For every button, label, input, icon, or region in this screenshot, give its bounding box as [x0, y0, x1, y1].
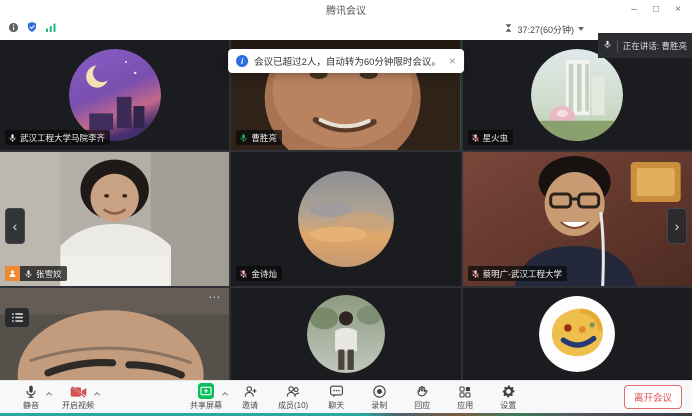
meeting-window: 腾讯会议 – □ × 37:27(60分钟): [0, 0, 692, 416]
members-icon: [285, 383, 301, 399]
participant-tile[interactable]: [231, 288, 460, 380]
participant-name-tag: 星火虫: [468, 130, 514, 145]
mute-label: 静音: [23, 400, 39, 411]
participant-tile[interactable]: 金诗灿: [231, 152, 460, 286]
participant-name-tag: 蔡明广-武汉工程大学: [468, 266, 567, 281]
share-screen-icon: [198, 383, 214, 399]
titlebar: 腾讯会议 – □ ×: [0, 0, 692, 18]
host-badge-icon: [5, 266, 20, 281]
meeting-timer[interactable]: 37:27(60分钟): [504, 20, 584, 38]
mic-muted-icon: [468, 266, 483, 281]
participant-name: 武汉工程大学马院李齐: [20, 132, 105, 144]
invite-person-icon: [243, 383, 258, 399]
start-video-button[interactable]: 开启视频: [62, 381, 94, 414]
reaction-hand-icon: [415, 383, 430, 399]
leave-meeting-button[interactable]: 离开会议: [624, 385, 682, 409]
microphone-icon: [603, 37, 612, 55]
info-icon[interactable]: [8, 20, 19, 38]
maximize-button[interactable]: □: [646, 1, 666, 17]
shield-check-icon[interactable]: [26, 20, 38, 38]
avatar: [307, 295, 385, 373]
apps-button[interactable]: 应用: [450, 381, 480, 414]
participant-name: 星火虫: [483, 132, 509, 144]
speaking-text: 正在讲话: 曹胜亮: [623, 40, 687, 52]
avatar: [539, 296, 615, 372]
statusbar: 37:27(60分钟) 正在讲话: 曹胜亮: [0, 18, 692, 40]
invite-label: 邀请: [242, 400, 258, 411]
participant-name: 张雪姣: [36, 268, 62, 280]
tile-more-options-button[interactable]: ⋯: [208, 290, 221, 304]
banner-text: 会议已超过2人，自动转为60分钟限时会议。: [254, 54, 441, 68]
participant-tile[interactable]: ⋯: [0, 288, 229, 380]
meeting-limit-banner: i 会议已超过2人，自动转为60分钟限时会议。 ×: [228, 49, 464, 73]
participant-name: 金诗灿: [251, 268, 277, 280]
window-title: 腾讯会议: [326, 2, 366, 17]
banner-close-icon[interactable]: ×: [449, 54, 456, 68]
share-screen-label: 共享屏幕: [190, 400, 222, 411]
participant-name: 蔡明广-武汉工程大学: [483, 268, 562, 280]
mic-speaking-icon: [236, 130, 251, 145]
chat-icon: [329, 383, 344, 399]
camera-off-icon: [70, 383, 87, 399]
chat-label: 聊天: [328, 400, 344, 411]
participant-name: 曹胜亮: [251, 132, 277, 144]
reactions-label: 回应: [414, 400, 430, 411]
invite-button[interactable]: 邀请: [235, 381, 265, 414]
members-button[interactable]: 成员(10): [278, 381, 308, 414]
start-video-label: 开启视频: [62, 400, 94, 411]
chevron-up-icon[interactable]: [45, 384, 53, 402]
participant-tile[interactable]: [463, 288, 692, 380]
speaking-indicator: 正在讲话: 曹胜亮: [598, 33, 692, 58]
apps-grid-icon: [458, 383, 472, 399]
record-button[interactable]: 录制: [364, 381, 394, 414]
microphone-icon: [24, 383, 38, 399]
record-label: 录制: [371, 400, 387, 411]
window-controls: – □ ×: [624, 0, 688, 18]
settings-label: 设置: [500, 400, 516, 411]
layout-list-button[interactable]: [5, 308, 29, 327]
share-screen-button[interactable]: 共享屏幕: [190, 381, 222, 414]
next-page-button[interactable]: ›: [667, 208, 687, 244]
close-button[interactable]: ×: [668, 1, 688, 17]
video-feed: [0, 288, 229, 380]
avatar: [531, 49, 623, 141]
participant-name-tag: 曹胜亮: [236, 130, 282, 145]
avatar: [69, 49, 161, 141]
apps-label: 应用: [457, 400, 473, 411]
mic-muted-icon: [468, 130, 483, 145]
mic-on-icon: [21, 266, 36, 281]
members-label: 成员(10): [278, 400, 308, 411]
participant-tile[interactable]: 武汉工程大学马院李齐: [0, 40, 229, 150]
mic-muted-icon: [236, 266, 251, 281]
chat-button[interactable]: 聊天: [321, 381, 351, 414]
mic-on-icon: [5, 130, 20, 145]
previous-page-button[interactable]: ‹: [5, 208, 25, 244]
avatar: [298, 171, 394, 267]
gear-icon: [501, 383, 516, 399]
participant-name-tag: 金诗灿: [236, 266, 282, 281]
chevron-up-icon[interactable]: [221, 384, 229, 402]
timer-text: 37:27(60分钟): [517, 23, 574, 36]
reactions-button[interactable]: 回应: [407, 381, 437, 414]
chevron-up-icon[interactable]: [93, 384, 101, 402]
participant-tile[interactable]: 张雪姣: [0, 152, 229, 286]
participant-name-tag: 武汉工程大学马院李齐: [5, 130, 110, 145]
participant-name-tag: 张雪姣: [5, 266, 67, 281]
network-signal-icon[interactable]: [45, 20, 57, 38]
hourglass-icon: [504, 20, 513, 38]
chevron-down-icon: [578, 27, 584, 31]
info-icon: i: [236, 55, 248, 67]
mute-button[interactable]: 静音: [16, 381, 46, 414]
video-grid: 武汉工程大学马院李齐 曹胜亮: [0, 40, 692, 380]
divider: [617, 40, 618, 52]
participant-tile[interactable]: 蔡明广-武汉工程大学: [463, 152, 692, 286]
minimize-button[interactable]: –: [624, 1, 644, 17]
settings-button[interactable]: 设置: [493, 381, 523, 414]
meeting-toolbar: 静音 开启视频 共享屏幕 邀请: [0, 380, 692, 413]
record-icon: [372, 383, 387, 399]
